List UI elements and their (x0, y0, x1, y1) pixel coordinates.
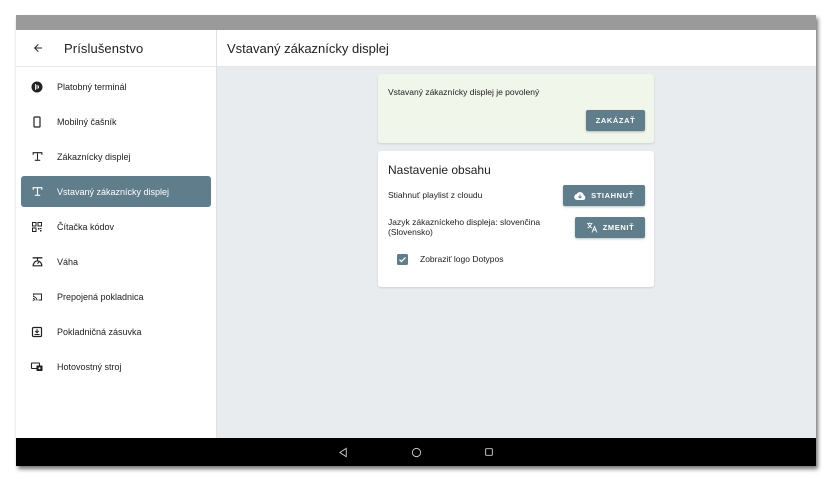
sidebar-item-label: Čítačka kódov (57, 221, 115, 232)
sidebar-header: Príslušenstvo (16, 30, 217, 67)
sidebar-item-customer-display[interactable]: Zákaznícky displej (21, 141, 211, 172)
translate-icon (586, 222, 598, 233)
page-title: Vstavaný zákaznícky displej (227, 40, 389, 56)
recents-square-icon[interactable] (482, 445, 496, 459)
sidebar-item-label: Zákaznícky displej (57, 151, 131, 162)
playlist-label: Stiahnuť playlist z cloudu (388, 190, 483, 200)
settings-heading: Nastavenie obsahu (388, 163, 491, 177)
sidebar-item-label: Mobilný čašník (57, 116, 117, 127)
sidebar-item-cash-machine[interactable]: Hotovostný stroj (21, 351, 211, 382)
sidebar-item-label: Hotovostný stroj (57, 361, 122, 372)
sidebar-item-code-reader[interactable]: Čítačka kódov (21, 211, 211, 242)
sidebar-item-scale[interactable]: Váha (21, 246, 211, 277)
content-settings-card: Nastavenie obsahu Stiahnuť playlist z cl… (378, 151, 654, 287)
change-language-button-label: ZMENIŤ (602, 223, 635, 232)
sidebar: Platobný terminál Mobilný čašník Zákazní… (16, 67, 217, 438)
sidebar-item-built-in-customer-display[interactable]: Vstavaný zákaznícky displej (21, 176, 211, 207)
scale-icon (30, 255, 44, 269)
customer-display-icon (30, 150, 44, 164)
download-button-label: STIAHNUŤ (591, 191, 634, 200)
page-header: Vstavaný zákaznícky displej (217, 30, 816, 67)
display-language-label: Jazyk zákazníckeho displeja: slovenčina … (388, 217, 541, 237)
app-window: Príslušenstvo Vstavaný zákaznícky disple… (16, 15, 816, 466)
cloud-download-icon (574, 191, 586, 201)
status-message: Vstavaný zákaznícky displej je povolený (388, 87, 540, 97)
section-title: Príslušenstvo (64, 40, 144, 56)
show-logo-checkbox[interactable] (397, 254, 408, 265)
disable-button[interactable]: ZAKÁZAŤ (586, 110, 645, 131)
show-logo-label: Zobraziť logo Dotypos (420, 254, 504, 264)
status-card: Vstavaný zákaznícky displej je povolený … (378, 74, 654, 143)
download-button[interactable]: STIAHNUŤ (563, 185, 645, 206)
sidebar-item-payment-terminal[interactable]: Platobný terminál (21, 71, 211, 102)
sidebar-item-label: Pokladničná zásuvka (57, 326, 142, 337)
main-content: Vstavaný zákaznícky displej je povolený … (217, 67, 816, 438)
home-circle-icon[interactable] (409, 445, 423, 459)
android-navigation-bar (16, 438, 816, 466)
sidebar-item-cash-drawer[interactable]: Pokladničná zásuvka (21, 316, 211, 347)
qr-code-icon (30, 220, 44, 234)
sidebar-item-label: Vstavaný zákaznícky displej (57, 186, 170, 197)
checkmark-icon (399, 256, 406, 263)
cast-icon (30, 290, 44, 304)
status-bar (16, 15, 816, 30)
sidebar-item-label: Prepojená pokladnica (57, 291, 144, 302)
back-triangle-icon[interactable] (336, 445, 350, 459)
payment-terminal-icon (30, 80, 44, 94)
change-language-button[interactable]: ZMENIŤ (575, 217, 645, 238)
sidebar-item-mobile-waiter[interactable]: Mobilný čašník (21, 106, 211, 137)
disable-button-label: ZAKÁZAŤ (595, 116, 636, 125)
sidebar-item-label: Platobný terminál (57, 81, 127, 92)
cash-drawer-icon (30, 325, 44, 339)
back-arrow-icon[interactable] (21, 30, 55, 67)
sidebar-item-label: Váha (57, 256, 79, 267)
sidebar-item-connected-register[interactable]: Prepojená pokladnica (21, 281, 211, 312)
customer-display-icon (30, 185, 44, 199)
mobile-phone-icon (30, 115, 44, 129)
cash-machine-icon (30, 360, 44, 374)
